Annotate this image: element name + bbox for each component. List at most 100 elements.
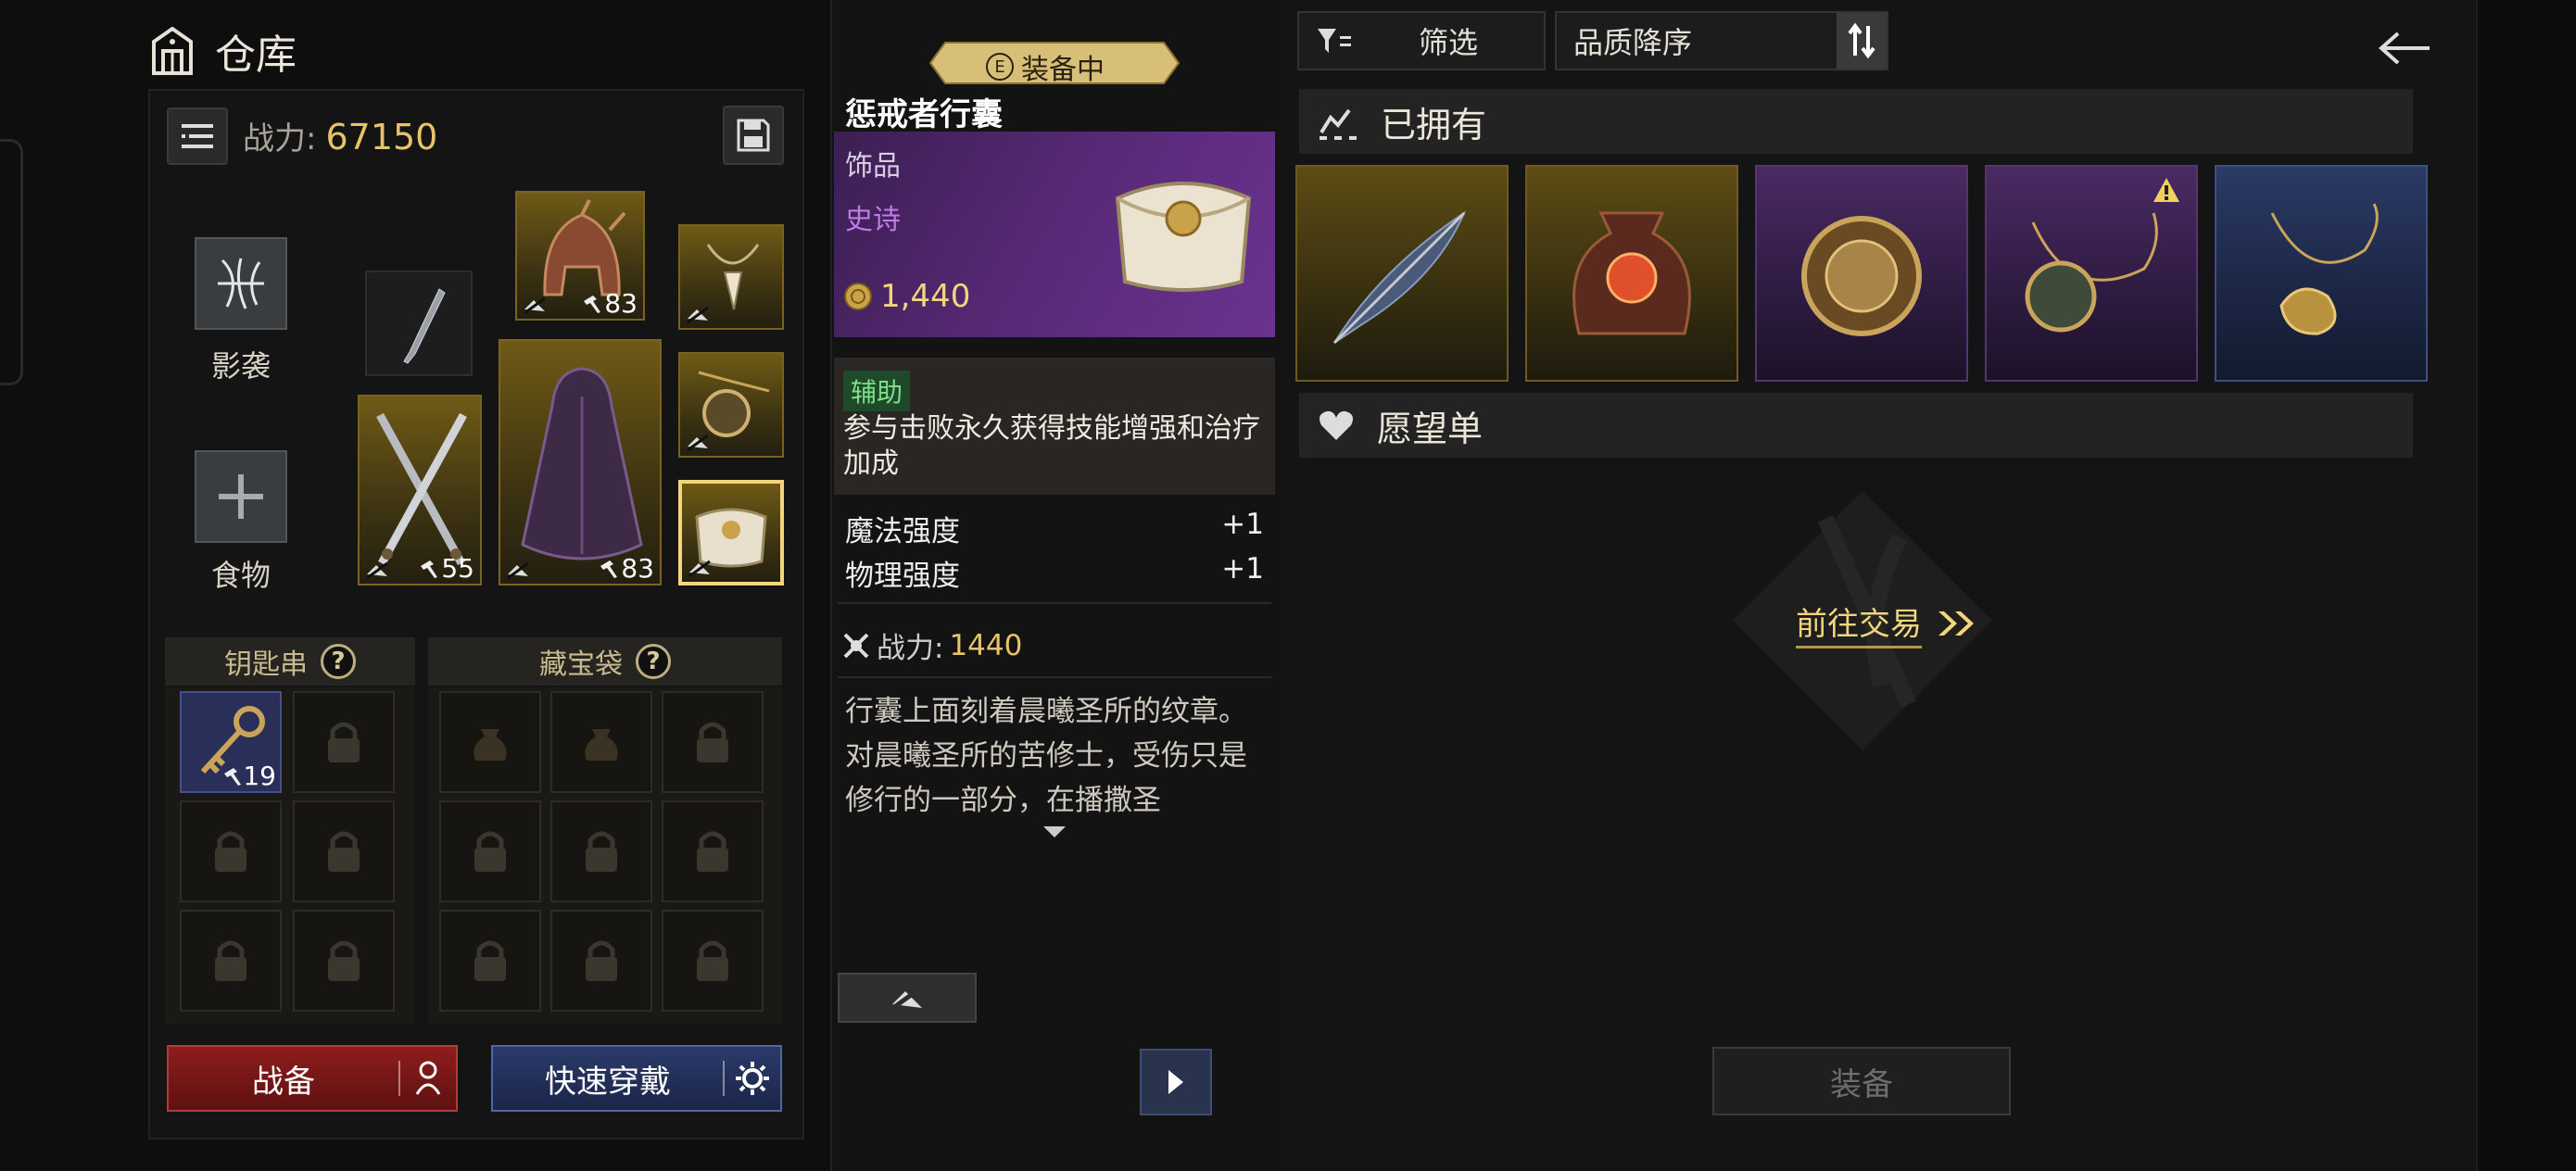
sort-dropdown[interactable]: 品质降序 [1555, 11, 1888, 70]
go-to-trade-label: 前往交易 [1796, 598, 1922, 648]
list-menu-button[interactable] [167, 107, 228, 165]
helmet-slot[interactable]: 83 [515, 191, 645, 321]
battle-prep-icon [400, 1059, 456, 1098]
lock-icon [328, 831, 360, 872]
stat-name: 魔法强度 [845, 515, 960, 548]
lock-icon [697, 722, 728, 762]
chevron-right-icon [1168, 1070, 1183, 1094]
filter-button[interactable]: 筛选 [1297, 11, 1546, 70]
keyring-title: 钥匙串 [224, 648, 308, 681]
treasure-pouch-slot[interactable] [439, 691, 541, 793]
pouch-icon [585, 729, 618, 761]
shadow-strike-label: 影袭 [210, 348, 271, 384]
cloak-slot[interactable]: 83 [499, 339, 662, 586]
side-drawer-tab[interactable] [0, 139, 23, 385]
heart-icon [1320, 410, 1353, 440]
shadow-strike-slot[interactable] [195, 237, 287, 330]
hidden-tag-icon [687, 434, 709, 452]
necklace-slot-1[interactable] [678, 224, 784, 330]
key-count: 19 [222, 761, 276, 791]
sort-arrows-icon [1848, 22, 1875, 59]
equip-button[interactable]: 装备 [1712, 1047, 2011, 1115]
divider [838, 676, 1271, 678]
stat-row: 物理强度 +1 [845, 552, 1264, 594]
key-slot[interactable]: 19 [180, 691, 282, 793]
red-pouch-icon [1572, 211, 1691, 335]
item-power-value: 1440 [949, 628, 1023, 662]
owned-title: 已拥有 [1381, 104, 1487, 145]
locked-slot [550, 800, 652, 902]
keyring-help-icon[interactable]: ? [321, 644, 356, 679]
food-slot[interactable] [195, 450, 287, 543]
double-chevron-right-icon [1938, 611, 1974, 636]
battle-prep-label: 战备 [252, 1063, 315, 1101]
stat-name: 物理强度 [845, 560, 960, 593]
treasure-bag-title: 藏宝袋 [539, 648, 623, 681]
hidden-tag-icon [687, 306, 709, 324]
coin-icon [844, 283, 872, 310]
lock-icon [474, 831, 506, 872]
sort-order-toggle[interactable] [1837, 13, 1887, 69]
divider [838, 602, 1271, 604]
dagger-icon [403, 288, 446, 364]
item-power-label: 战力: [877, 632, 944, 665]
wishlist-section-header: 愿望单 [1299, 393, 2413, 458]
locked-slot [550, 910, 652, 1012]
feather-icon [1332, 210, 1467, 345]
locked-slot [662, 800, 764, 902]
locked-slot [439, 800, 541, 902]
hidden-tag-icon [688, 560, 711, 578]
next-button[interactable] [1140, 1049, 1212, 1115]
cloak-icon [521, 367, 643, 560]
locked-slot [180, 800, 282, 902]
hide-toggle-button[interactable] [838, 973, 977, 1023]
owned-icon [1320, 108, 1357, 140]
chevron-down-icon[interactable] [1042, 825, 1067, 845]
back-arrow-icon[interactable] [2372, 19, 2437, 78]
go-to-trade-link[interactable]: 前往交易 [1796, 598, 1979, 648]
hammer-icon [421, 560, 438, 578]
treasure-pouch-slot[interactable] [550, 691, 652, 793]
item-lore: 行囊上面刻着晨曦圣所的纹章。对晨曦圣所的苦修士，受伤只是修行的一部分，在播撒圣 [845, 695, 1247, 817]
weapon-slot[interactable]: 55 [358, 395, 482, 586]
owned-item-gold-necklace[interactable] [2215, 165, 2428, 382]
lock-icon [697, 940, 728, 981]
owned-item-feather[interactable] [1295, 165, 1509, 382]
warehouse-icon [152, 27, 193, 75]
warning-icon [2153, 178, 2179, 202]
owned-item-medallion-necklace[interactable] [1985, 165, 2198, 382]
satchel-icon [1115, 182, 1252, 292]
owned-item-red-pouch[interactable] [1525, 165, 1738, 382]
hammer-icon [584, 295, 601, 313]
lock-icon [328, 940, 360, 981]
total-power: 战力: 67150 [243, 113, 437, 158]
weapon-level: 55 [419, 553, 474, 584]
stat-row: 魔法强度 +1 [845, 508, 1264, 549]
page-title-text: 仓库 [215, 31, 297, 79]
owned-item-lion-ring[interactable] [1755, 165, 1968, 382]
list-icon [182, 124, 213, 148]
treasure-bag-help-icon[interactable]: ? [636, 644, 671, 679]
save-icon [737, 119, 770, 152]
locked-slot [662, 691, 764, 793]
lion-ring-icon [1801, 216, 1922, 336]
equipped-badge: E 装备中 [927, 39, 1182, 87]
stat-value: +1 [1221, 552, 1264, 586]
quick-wear-button[interactable]: 快速穿戴 [491, 1045, 782, 1112]
accessory-slot-selected[interactable] [678, 480, 784, 586]
gear-icon [725, 1060, 780, 1097]
right-edge [2476, 0, 2576, 1171]
dagger-slot[interactable] [365, 271, 473, 376]
locked-slot [293, 910, 395, 1012]
lock-icon [215, 940, 246, 981]
helmet-level: 83 [582, 288, 638, 319]
item-type: 饰品 [845, 150, 901, 183]
locked-slot [439, 910, 541, 1012]
lock-icon [474, 940, 506, 981]
necklace-slot-2[interactable] [678, 352, 784, 458]
cloak-level: 83 [599, 553, 654, 584]
wishlist-title: 愿望单 [1377, 408, 1484, 449]
battle-prep-button[interactable]: 战备 [167, 1045, 458, 1112]
treasure-bag-header: 藏宝袋 ? [428, 637, 782, 686]
save-preset-button[interactable] [723, 106, 784, 165]
